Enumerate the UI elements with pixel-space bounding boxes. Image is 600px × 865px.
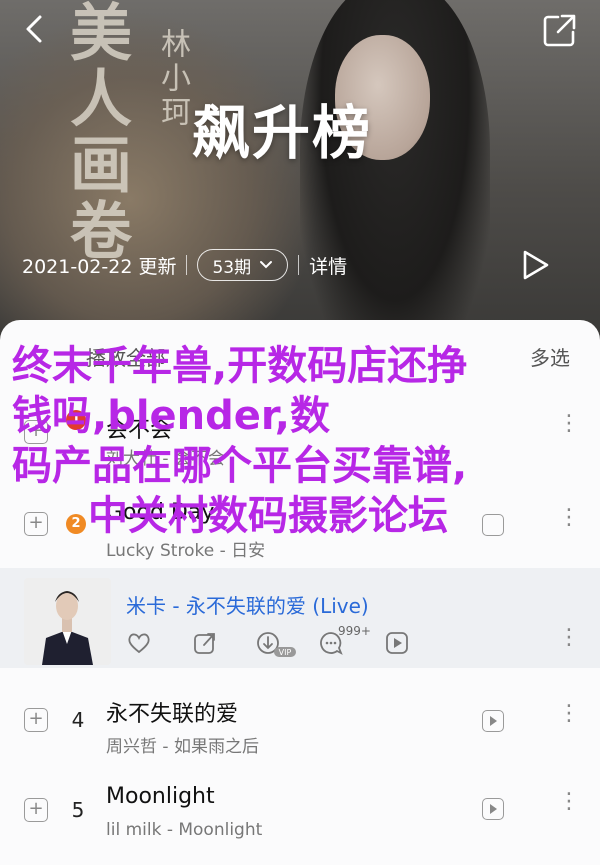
download-vip-icon[interactable]: VIP <box>256 630 296 657</box>
cover-calligraphy: 美人画卷 <box>59 0 132 264</box>
song-title: Moonlight <box>106 784 215 809</box>
detail-link[interactable]: 详情 <box>309 252 347 279</box>
chevron-down-icon <box>260 261 273 269</box>
cover-calligraphy-small: 林小珂 <box>155 28 190 130</box>
playlist-header: 美人画卷 林小珂 飙升榜 2021-02-22 更新 53期 详情 <box>0 0 600 340</box>
rank-badge: 2 <box>66 514 86 534</box>
list-item[interactable]: + 5 Moonlight lil milk - Moonlight ⋮ <box>0 764 600 860</box>
comment-pill[interactable]: 53期 <box>197 249 289 281</box>
overlay-line-3: 码产品在哪个平台买靠谱, <box>12 443 468 489</box>
chevron-left-icon <box>26 15 42 43</box>
rank-number: 5 <box>71 798 85 822</box>
page-title: 飙升榜 <box>192 99 373 167</box>
add-icon[interactable]: + <box>24 512 48 536</box>
overlay-line-2: 钱吗,blender,数 <box>12 393 330 439</box>
song-title[interactable]: 米卡 - 永不失联的爱 (Live) <box>126 590 369 619</box>
play-button[interactable] <box>518 248 552 282</box>
more-icon[interactable]: ⋮ <box>558 413 580 435</box>
more-icon[interactable]: ⋮ <box>558 507 580 529</box>
heart-icon[interactable] <box>126 630 152 656</box>
video-play-icon[interactable] <box>482 798 504 820</box>
list-item[interactable]: + 4 永不失联的爱 周兴哲 - 如果雨之后 ⋮ <box>0 668 600 764</box>
song-artist: lil milk - Moonlight <box>106 820 263 840</box>
add-icon[interactable]: + <box>24 798 48 822</box>
song-title: 永不失联的爱 <box>106 702 239 727</box>
multi-select-button[interactable]: 多选 <box>530 342 570 371</box>
more-icon[interactable]: ⋮ <box>558 791 580 813</box>
video-play-icon[interactable] <box>482 710 504 732</box>
overlay-line-4: 中关村数码摄影论坛 <box>88 493 448 539</box>
comment-count: 999+ <box>338 624 371 638</box>
album-cover <box>24 578 111 665</box>
more-icon[interactable]: ⋮ <box>558 627 580 649</box>
comment-count: 53期 <box>212 257 252 278</box>
share-button[interactable] <box>540 12 580 48</box>
overlay-line-1: 终末千年兽,开数码店还挣 <box>12 343 468 389</box>
video-play-icon[interactable] <box>384 630 410 656</box>
play-icon <box>523 250 549 280</box>
divider <box>298 255 300 275</box>
svg-text:VIP: VIP <box>279 648 292 657</box>
video-play-icon[interactable] <box>482 514 504 536</box>
share-icon[interactable] <box>192 630 218 656</box>
more-icon[interactable]: ⋮ <box>558 703 580 725</box>
share-icon <box>543 14 576 47</box>
back-button[interactable] <box>18 12 52 46</box>
update-date: 2021-02-22 更新 <box>22 255 177 278</box>
add-icon[interactable]: + <box>24 708 48 732</box>
song-artist: 周兴哲 - 如果雨之后 <box>106 737 259 757</box>
rank-number: 4 <box>71 708 85 732</box>
meta-row: 2021-02-22 更新 53期 详情 <box>22 248 347 282</box>
divider <box>186 255 188 275</box>
